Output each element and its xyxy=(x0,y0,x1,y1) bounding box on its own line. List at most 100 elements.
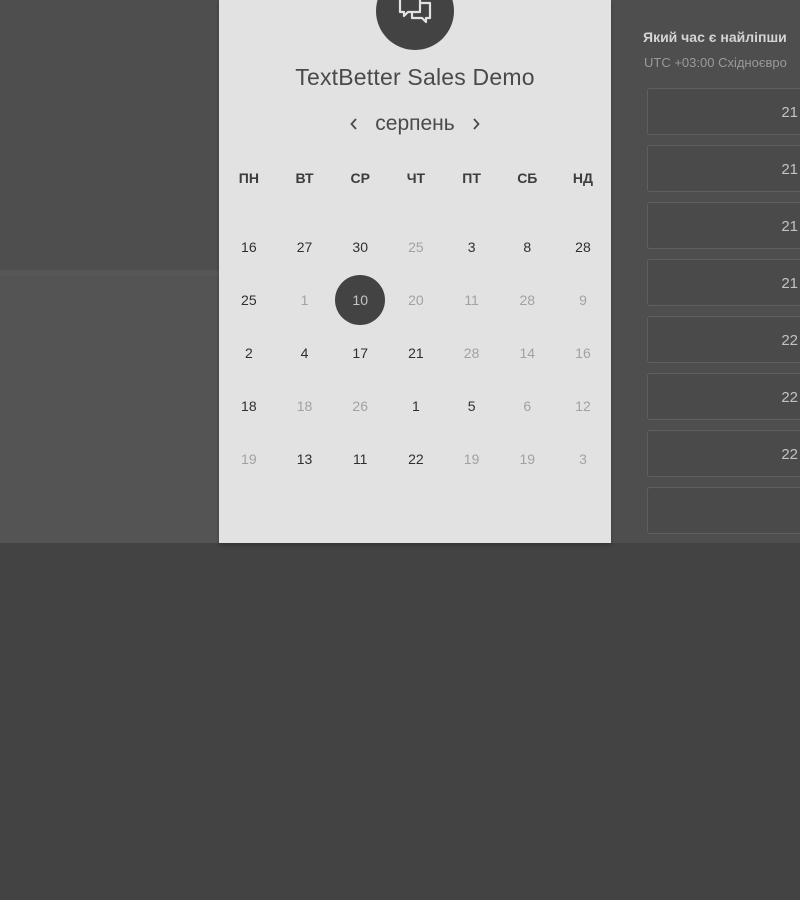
month-navigation: серпень xyxy=(219,108,611,140)
day-cell[interactable]: 17 xyxy=(332,326,388,379)
day-number: 28 xyxy=(575,238,591,255)
chat-bubbles-icon xyxy=(398,0,432,24)
day-number: 1 xyxy=(300,291,309,308)
day-cell[interactable]: 2 xyxy=(221,326,277,379)
day-cell[interactable]: 13 xyxy=(277,432,333,485)
time-slot-button[interactable]: 21 xyxy=(647,202,800,249)
day-number: 18 xyxy=(241,397,257,414)
day-cell[interactable]: 4 xyxy=(277,326,333,379)
day-cell[interactable]: 28 xyxy=(555,220,611,273)
time-slot-button[interactable]: 22 xyxy=(647,430,800,477)
time-slot-button[interactable]: 21 xyxy=(647,88,800,135)
day-number: 16 xyxy=(241,238,257,255)
time-slot-label: 21 xyxy=(781,275,798,292)
day-number: 20 xyxy=(408,291,424,308)
day-cell[interactable]: 25 xyxy=(221,273,277,326)
day-number: 10 xyxy=(335,274,386,325)
calendar-panel: TextBetter Sales Demo серпень ПН ВТ СР ЧТ ПТ… xyxy=(219,0,611,543)
weekday-label: ПТ xyxy=(462,170,481,186)
time-slot-button[interactable]: 22 xyxy=(647,316,800,363)
time-slot-button[interactable]: 21 xyxy=(647,145,800,192)
day-cell[interactable]: 21 xyxy=(388,326,444,379)
day-number: 27 xyxy=(296,238,313,255)
day-cell: 11 xyxy=(444,273,500,326)
day-cell: 16 xyxy=(555,326,611,379)
day-cell[interactable]: 1 xyxy=(388,379,444,432)
day-cell[interactable]: 5 xyxy=(444,379,500,432)
next-month-button[interactable] xyxy=(463,111,489,137)
day-cell: 9 xyxy=(555,273,611,326)
day-number: 9 xyxy=(579,291,587,308)
day-number: 26 xyxy=(352,397,368,414)
day-cell[interactable]: 16 xyxy=(221,220,277,273)
day-number: 28 xyxy=(519,291,536,308)
day-cell: 26 xyxy=(332,379,388,432)
day-cell: 3 xyxy=(555,432,611,485)
day-cell: 28 xyxy=(499,273,555,326)
time-question: Який час є найліпши xyxy=(643,29,787,45)
weekday-label: НД xyxy=(572,170,594,186)
weekday-label: ЧТ xyxy=(406,170,426,186)
time-slot-label: 21 xyxy=(781,161,798,178)
day-number: 22 xyxy=(408,450,424,467)
time-slot-button[interactable]: 22 xyxy=(647,373,800,420)
time-slot-button[interactable]: 21 xyxy=(647,259,800,306)
days-grid: 16 27 30 25 3 8 28 25 1 10 20 11 28 9 2 4 17 21 28 14 16 18 18… xyxy=(221,220,611,485)
time-slot-label: 22 xyxy=(781,446,798,463)
day-number: 30 xyxy=(352,238,368,255)
event-title: TextBetter Sales Demo xyxy=(295,64,535,90)
day-cell[interactable]: 3 xyxy=(444,220,500,273)
chevron-left-icon xyxy=(350,118,357,130)
day-number: 13 xyxy=(296,450,313,467)
day-number: 12 xyxy=(575,397,591,414)
day-number: 14 xyxy=(519,344,536,361)
day-cell: 19 xyxy=(444,432,500,485)
day-cell[interactable]: 18 xyxy=(221,379,277,432)
weekday-label: ПН xyxy=(238,170,259,186)
day-number: 1 xyxy=(412,397,420,414)
day-cell-selected[interactable]: 10 xyxy=(332,273,388,326)
day-number: 5 xyxy=(467,397,476,414)
day-number: 19 xyxy=(519,450,536,467)
day-cell[interactable]: 30 xyxy=(332,220,388,273)
time-slots-panel: Який час є найліпши UTC +03:00 Східноєвр… xyxy=(611,0,800,543)
day-cell[interactable]: 8 xyxy=(499,220,555,273)
day-cell: 19 xyxy=(221,432,277,485)
day-cell: 28 xyxy=(444,326,500,379)
day-cell[interactable]: 22 xyxy=(388,432,444,485)
time-slot-label: 21 xyxy=(781,104,798,121)
time-slot-button[interactable] xyxy=(647,487,800,534)
day-number: 6 xyxy=(523,397,532,414)
day-number: 3 xyxy=(467,238,476,255)
weekday-label: СР xyxy=(350,170,370,186)
day-cell: 20 xyxy=(388,273,444,326)
day-cell: 1 xyxy=(277,273,333,326)
day-cell: 6 xyxy=(499,379,555,432)
day-number: 18 xyxy=(296,397,313,414)
month-label: серпень xyxy=(375,112,455,135)
event-logo xyxy=(376,0,454,50)
day-number: 25 xyxy=(408,238,424,255)
day-number: 25 xyxy=(241,291,257,308)
time-slot-label: 22 xyxy=(781,389,798,406)
day-cell[interactable]: 11 xyxy=(332,432,388,485)
prev-month-button[interactable] xyxy=(341,111,367,137)
day-number: 3 xyxy=(579,450,587,467)
day-number: 8 xyxy=(523,238,532,255)
day-number: 19 xyxy=(463,450,480,467)
day-number: 2 xyxy=(244,344,253,361)
weekday-label: СБ xyxy=(517,170,538,186)
day-cell[interactable]: 27 xyxy=(277,220,333,273)
chevron-right-icon xyxy=(473,118,480,130)
day-number: 4 xyxy=(300,344,309,361)
day-number: 19 xyxy=(241,450,257,467)
day-number: 28 xyxy=(463,344,480,361)
time-slot-label: 22 xyxy=(781,332,798,349)
day-number: 11 xyxy=(352,450,368,467)
day-number: 17 xyxy=(352,344,368,361)
time-slot-label: 21 xyxy=(781,218,798,235)
timezone-label: UTC +03:00 Східноєвро xyxy=(644,55,787,70)
day-cell: 18 xyxy=(277,379,333,432)
weekday-label: ВТ xyxy=(295,170,314,186)
day-number: 21 xyxy=(408,344,424,361)
